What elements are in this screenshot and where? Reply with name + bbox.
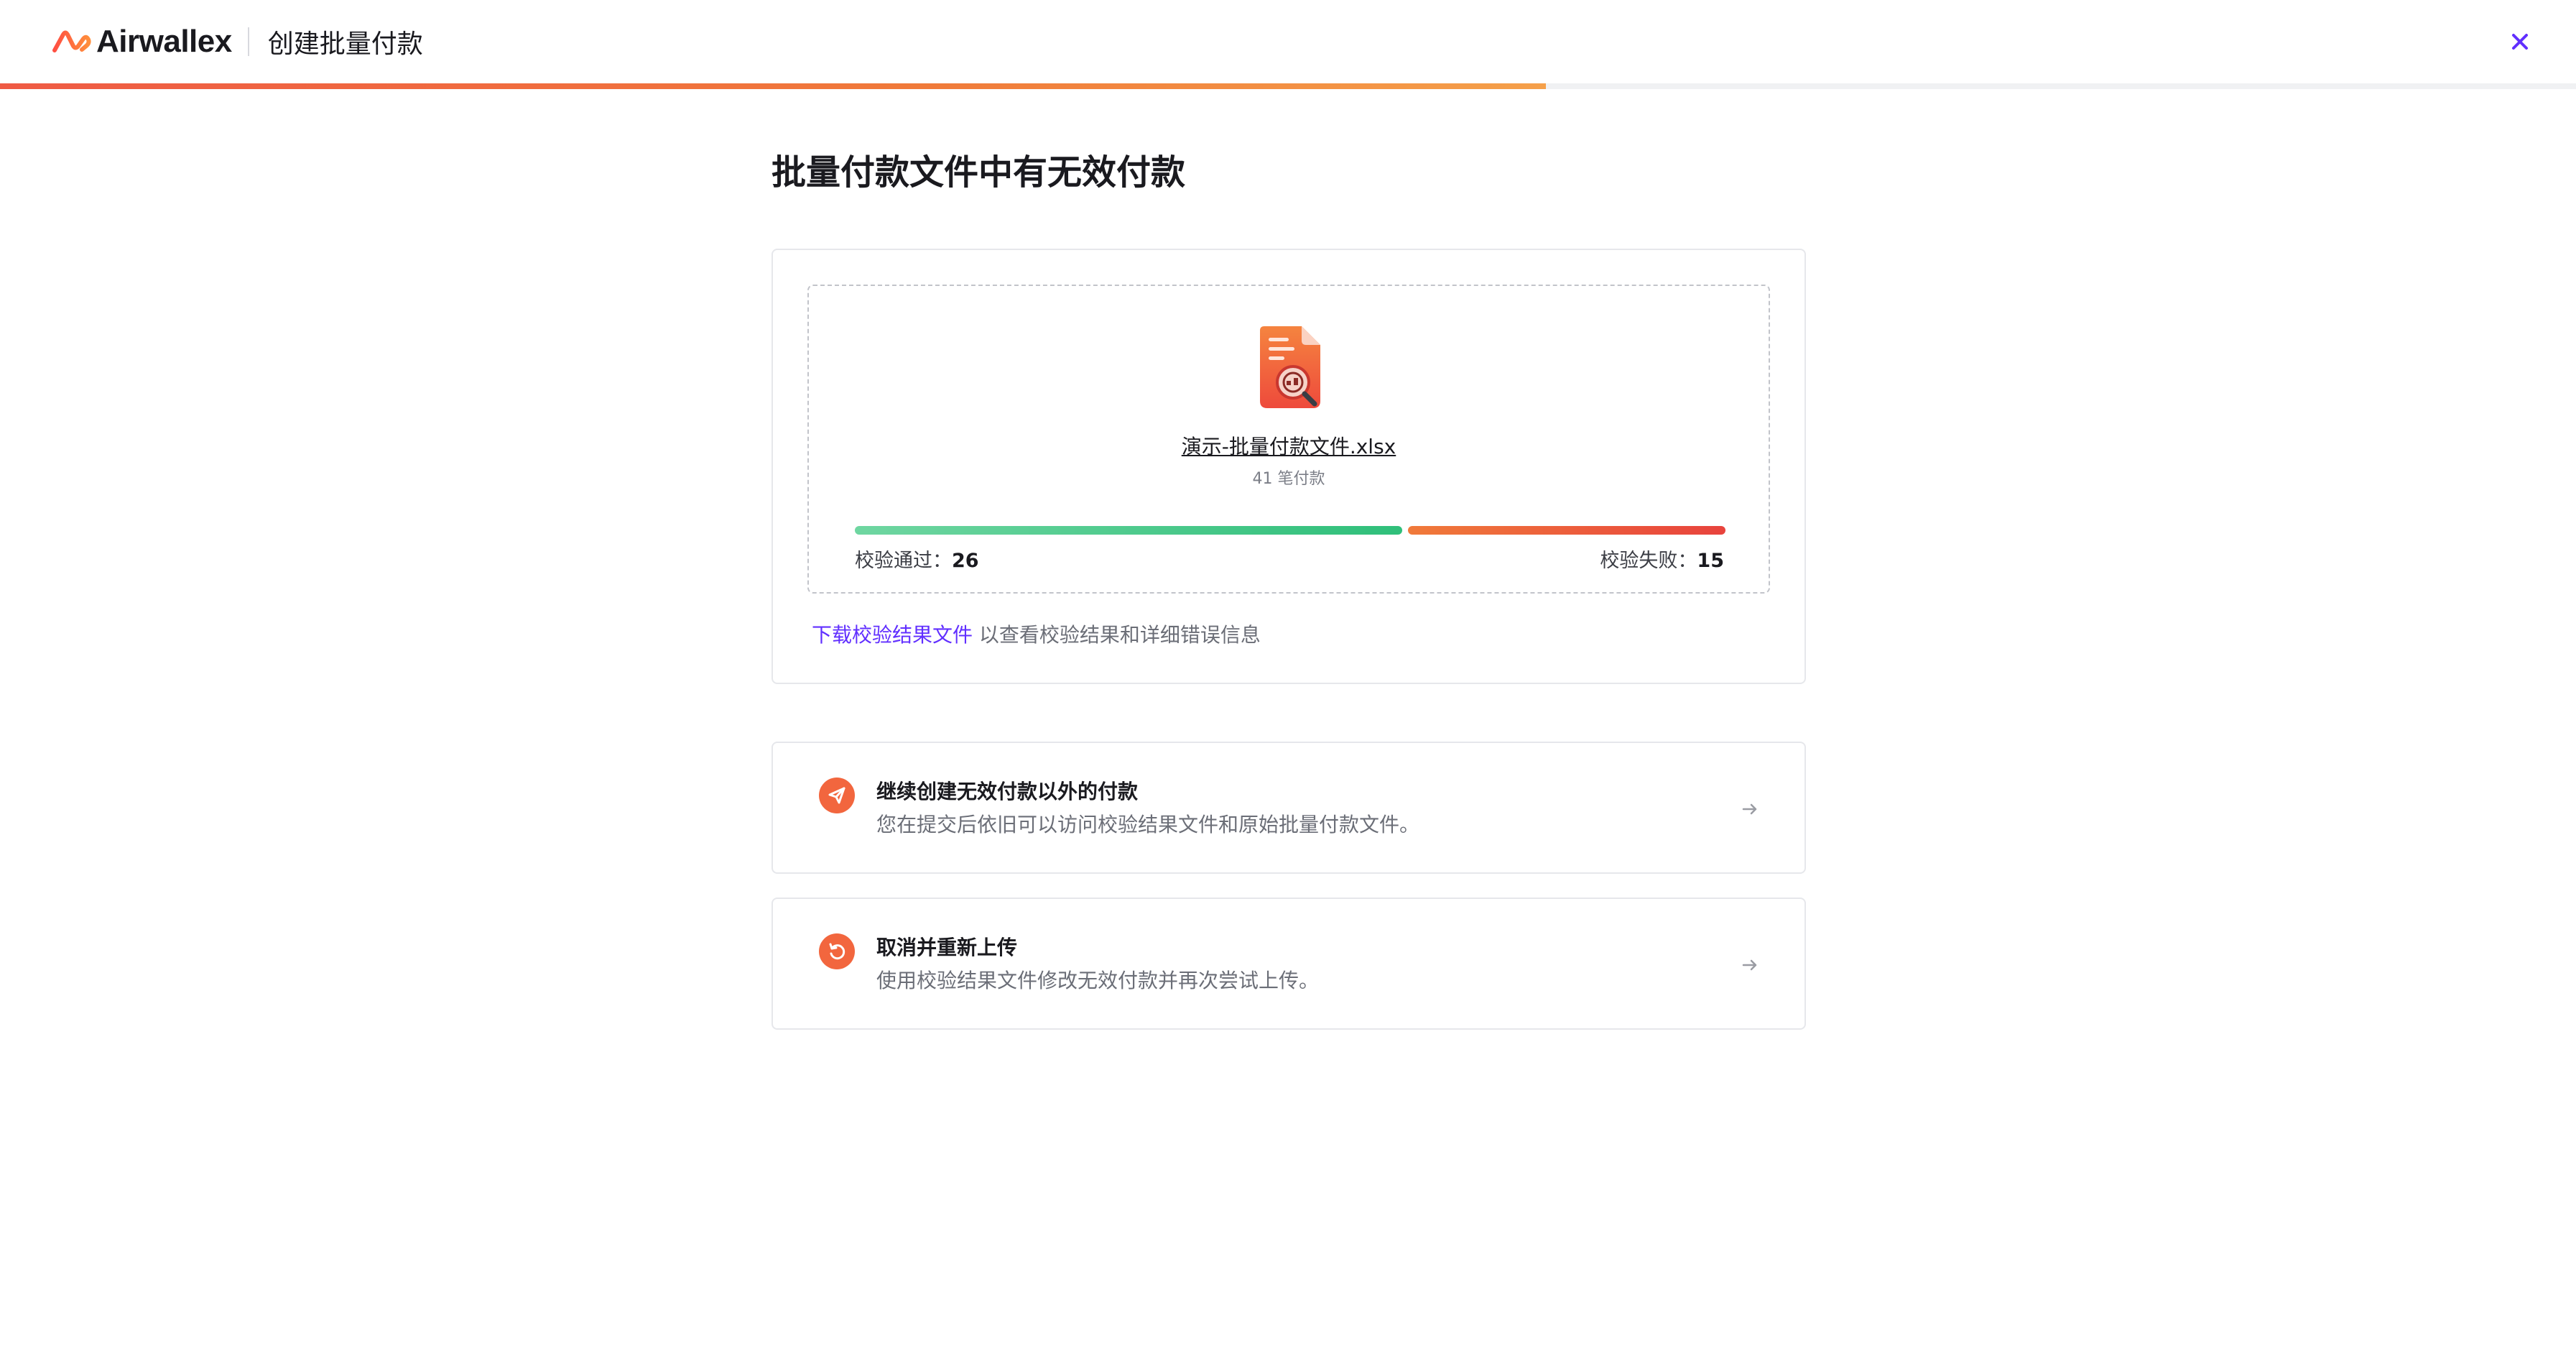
download-hint-line: 下载校验结果文件 以查看校验结果和详细错误信息 — [812, 619, 1261, 648]
brand-name: Airwallex — [96, 24, 232, 59]
arrow-right-icon — [1742, 803, 1757, 815]
option-title: 取消并重新上传 — [876, 936, 1018, 959]
header-divider — [247, 27, 249, 56]
fail-count: 15 — [1697, 550, 1724, 572]
airwallex-logo-icon — [52, 30, 91, 52]
validation-fail-bar — [1408, 526, 1725, 535]
pass-label: 校验通过： — [855, 550, 952, 572]
brand: Airwallex 创建批量付款 — [52, 24, 423, 59]
step-progress-fill — [0, 83, 1546, 89]
validation-pass-stat: 校验通过：26 — [855, 545, 979, 573]
validation-pass-bar — [855, 526, 1402, 535]
file-result-card: 演示-批量付款文件.xlsx 41 笔付款 校验通过：26 校验失败：15 下载… — [772, 249, 1806, 684]
spreadsheet-search-icon — [1260, 326, 1320, 408]
arrow-right-icon — [1742, 959, 1757, 971]
top-header: Airwallex 创建批量付款 — [0, 0, 2576, 83]
download-results-link[interactable]: 下载校验结果文件 — [812, 623, 973, 647]
option-reupload-card[interactable]: 取消并重新上传 使用校验结果文件修改无效付款并再次尝试上传。 — [772, 898, 1806, 1030]
step-progress-bar — [0, 83, 2576, 89]
file-drop-zone: 演示-批量付款文件.xlsx 41 笔付款 校验通过：26 校验失败：15 — [807, 285, 1770, 594]
close-icon — [2512, 34, 2528, 50]
option-description: 使用校验结果文件修改无效付款并再次尝试上传。 — [876, 969, 1320, 992]
file-name-link[interactable]: 演示-批量付款文件.xlsx — [809, 431, 1769, 460]
validation-fail-stat: 校验失败：15 — [1600, 545, 1724, 573]
header-title: 创建批量付款 — [267, 29, 423, 59]
payment-count: 41 笔付款 — [1252, 470, 1325, 488]
option-title: 继续创建无效付款以外的付款 — [876, 780, 1139, 803]
close-button[interactable] — [2504, 26, 2536, 57]
page-title: 批量付款文件中有无效付款 — [772, 152, 1186, 193]
retry-icon — [819, 933, 855, 969]
pass-count: 26 — [952, 550, 979, 572]
send-icon — [819, 778, 855, 813]
download-hint: 以查看校验结果和详细错误信息 — [973, 623, 1261, 647]
option-continue-card[interactable]: 继续创建无效付款以外的付款 您在提交后依旧可以访问校验结果文件和原始批量付款文件… — [772, 742, 1806, 874]
fail-label: 校验失败： — [1600, 550, 1697, 572]
option-description: 您在提交后依旧可以访问校验结果文件和原始批量付款文件。 — [876, 813, 1420, 836]
